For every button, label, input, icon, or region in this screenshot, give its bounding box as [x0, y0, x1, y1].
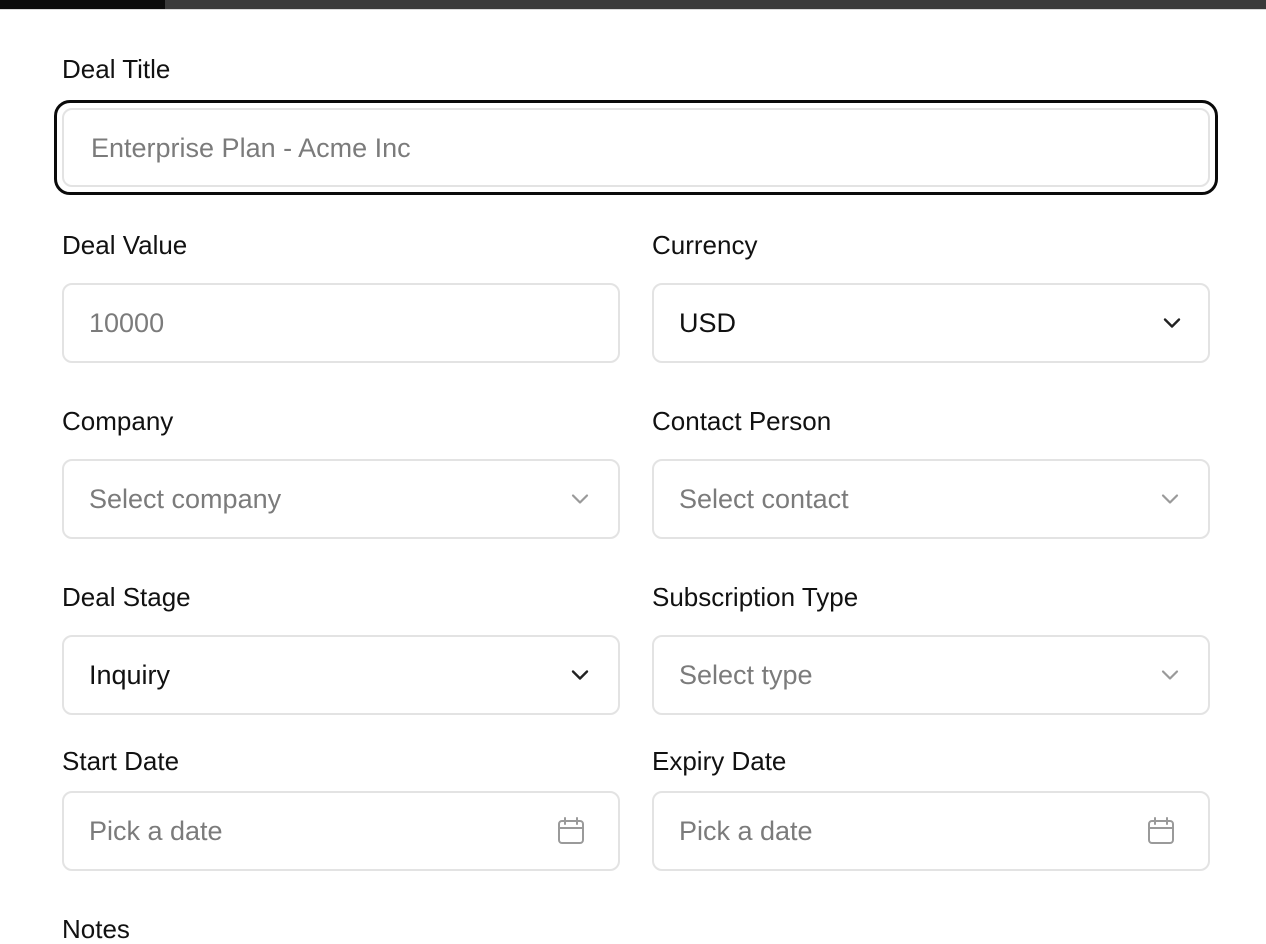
expiry-date-picker[interactable]: Pick a date: [652, 791, 1210, 871]
expiry-date-label: Expiry Date: [652, 746, 787, 776]
deal-title-input[interactable]: Enterprise Plan - Acme Inc: [54, 100, 1218, 195]
chevron-down-icon: [565, 660, 595, 690]
notes-label: Notes: [62, 914, 130, 944]
start-date-placeholder: Pick a date: [89, 816, 223, 846]
company-label: Company: [62, 406, 174, 436]
calendar-icon[interactable]: [556, 816, 586, 846]
currency-label: Currency: [652, 230, 758, 260]
deal-value-label: Deal Value: [62, 230, 188, 260]
currency-value: USD: [679, 308, 737, 338]
deal-stage-label: Deal Stage: [62, 582, 191, 612]
deal-value-placeholder: 10000: [89, 308, 165, 338]
deal-stage-value: Inquiry: [89, 660, 171, 690]
subscription-type-label: Subscription Type: [652, 582, 859, 612]
top-progress-bar: [0, 0, 1266, 9]
start-date-picker[interactable]: Pick a date: [62, 791, 620, 871]
deal-title-placeholder: Enterprise Plan - Acme Inc: [91, 132, 411, 163]
subscription-type-placeholder: Select type: [679, 660, 813, 690]
contact-person-select[interactable]: Select contact: [652, 459, 1210, 539]
divider: [0, 9, 1266, 10]
contact-person-placeholder: Select contact: [679, 484, 849, 514]
company-placeholder: Select company: [89, 484, 282, 514]
chevron-down-icon: [1155, 660, 1185, 690]
currency-select[interactable]: USD: [652, 283, 1210, 363]
deal-title-label: Deal Title: [62, 54, 171, 84]
chevron-down-icon: [1157, 308, 1187, 338]
calendar-icon[interactable]: [1146, 816, 1176, 846]
subscription-type-select[interactable]: Select type: [652, 635, 1210, 715]
top-progress-fill: [0, 0, 165, 9]
deal-stage-select[interactable]: Inquiry: [62, 635, 620, 715]
start-date-label: Start Date: [62, 746, 180, 776]
contact-person-label: Contact Person: [652, 406, 832, 436]
chevron-down-icon: [1155, 484, 1185, 514]
expiry-date-placeholder: Pick a date: [679, 816, 813, 846]
company-select[interactable]: Select company: [62, 459, 620, 539]
deal-value-input[interactable]: 10000: [62, 283, 620, 363]
chevron-down-icon: [565, 484, 595, 514]
